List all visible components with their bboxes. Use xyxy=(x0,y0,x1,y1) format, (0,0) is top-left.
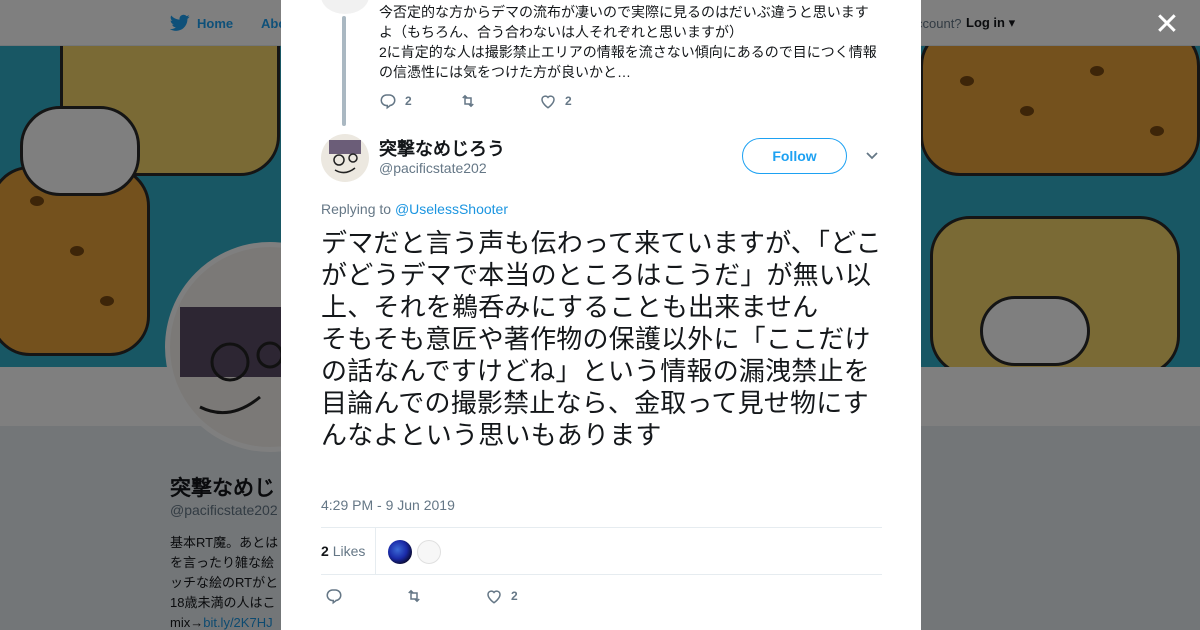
likes-count: 2 xyxy=(321,543,329,559)
replying-to-link[interactable]: @UselessShooter xyxy=(395,201,508,217)
like-count: 2 xyxy=(511,589,518,603)
reply-icon xyxy=(326,589,342,605)
retweet-icon xyxy=(462,94,474,108)
parent-tweet-line: よ（もちろん、合う合わないは人それぞれと思いますが） xyxy=(379,24,743,40)
parent-tweet-text: 今否定的な方からデマの流布が凄いので実際に見るのはだいぶ違うと思います よ（もち… xyxy=(379,2,885,82)
tweet-author-handle[interactable]: @pacificstate202 xyxy=(379,160,487,176)
parent-reply-count: 2 xyxy=(405,94,412,108)
tweet-author-avatar[interactable] xyxy=(321,134,369,182)
liker-avatar[interactable] xyxy=(388,540,412,564)
tweet-stats: 2 Likes xyxy=(321,527,882,575)
parent-tweet-line: の信憑性には気をつけた方が良いかと… xyxy=(379,64,631,80)
parent-tweet-line: 2に肯定的な人は撮影禁止エリアの情報を流さない傾向にあるので目につく情報 xyxy=(379,44,877,60)
tweet-text: デマだと言う声も伝わって来ていますが、「どこがどうデマで本当のところはこうだ」が… xyxy=(321,228,882,450)
likes-label: Likes xyxy=(332,543,366,559)
parent-retweet-button[interactable] xyxy=(459,92,539,110)
replying-to: Replying to @UselessShooter xyxy=(321,201,508,217)
thread-connector-line xyxy=(342,16,346,126)
parent-tweet-avatar[interactable] xyxy=(321,0,369,14)
chevron-down-icon[interactable] xyxy=(865,148,879,162)
tweet-timestamp[interactable]: 4:29 PM - 9 Jun 2019 xyxy=(321,497,455,513)
retweet-icon xyxy=(408,589,420,603)
parent-like-button[interactable]: 2 xyxy=(539,92,572,110)
author-avatar-illustration xyxy=(329,140,361,174)
close-icon[interactable]: ✕ xyxy=(1154,10,1180,40)
heart-icon xyxy=(541,95,555,109)
tweet-author-name[interactable]: 突撃なめじろう xyxy=(379,135,505,161)
parent-tweet-actions: 2 2 xyxy=(379,92,572,110)
liker-avatar[interactable] xyxy=(417,540,441,564)
heart-icon xyxy=(487,590,501,604)
stats-divider xyxy=(375,528,376,574)
parent-tweet-line: 今否定的な方からデマの流布が凄いので実際に見るのはだいぶ違うと思います xyxy=(379,4,869,20)
reply-button[interactable] xyxy=(325,587,405,605)
replying-prefix: Replying to xyxy=(321,201,395,217)
tweet-actions: 2 xyxy=(325,587,518,605)
follow-button[interactable]: Follow xyxy=(742,138,847,174)
tweet-modal: 今否定的な方からデマの流布が凄いので実際に見るのはだいぶ違うと思います よ（もち… xyxy=(281,0,921,630)
like-button[interactable]: 2 xyxy=(485,587,518,605)
retweet-button[interactable] xyxy=(405,587,485,605)
parent-reply-button[interactable]: 2 xyxy=(379,92,459,110)
parent-like-count: 2 xyxy=(565,94,572,108)
likes-stat[interactable]: 2 Likes xyxy=(321,543,365,559)
reply-icon xyxy=(380,94,396,110)
